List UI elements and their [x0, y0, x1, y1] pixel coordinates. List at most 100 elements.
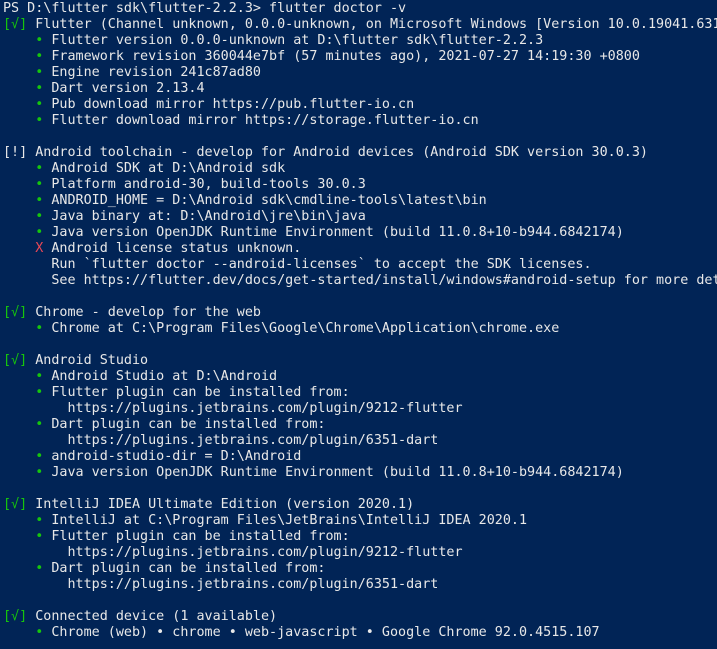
section-header: [√] Connected device (1 available): [3, 609, 277, 625]
item-text: Flutter download mirror https://storage.…: [51, 113, 479, 128]
section-title: IntelliJ IDEA Ultimate Edition (version …: [35, 497, 415, 512]
item-text: See https://flutter.dev/docs/get-started…: [51, 273, 717, 288]
section-item: • IntelliJ at C:\Program Files\JetBrains…: [3, 513, 527, 529]
item-text: https://plugins.jetbrains.com/plugin/921…: [51, 545, 463, 560]
prompt-text: PS D:\flutter sdk\flutter-2.2.3> flutter…: [3, 1, 407, 16]
item-text: Dart plugin can be installed from:: [51, 417, 326, 432]
item-text: Java version OpenJDK Runtime Environment…: [51, 465, 624, 480]
section-header: [√] IntelliJ IDEA Ultimate Edition (vers…: [3, 497, 414, 513]
check-status-mark: [√]: [3, 497, 28, 512]
check-status-mark: [√]: [3, 353, 28, 368]
item-text: https://plugins.jetbrains.com/plugin/635…: [51, 433, 439, 448]
section-item: • Chrome at C:\Program Files\Google\Chro…: [3, 321, 559, 337]
check-status-mark: [√]: [3, 609, 28, 624]
item-text: Java version OpenJDK Runtime Environment…: [51, 225, 624, 240]
check-status-mark: [√]: [3, 17, 28, 32]
section-item: Run `flutter doctor --android-licenses` …: [3, 257, 592, 273]
item-text: Flutter plugin can be installed from:: [51, 529, 350, 544]
item-text: Dart plugin can be installed from:: [51, 561, 326, 576]
item-text: https://plugins.jetbrains.com/plugin/921…: [51, 401, 463, 416]
section-item: • Java version OpenJDK Runtime Environme…: [3, 465, 624, 481]
item-text: Flutter plugin can be installed from:: [51, 385, 350, 400]
section-item: • Dart version 2.13.4: [3, 81, 205, 97]
section-item: https://plugins.jetbrains.com/plugin/921…: [3, 401, 463, 417]
section-item: X Android license status unknown.: [3, 241, 301, 257]
section-item: • Flutter download mirror https://storag…: [3, 113, 479, 129]
item-text: Java binary at: D:\Android\jre\bin\java: [51, 209, 366, 224]
section-title: Flutter (Channel unknown, 0.0.0-unknown,…: [35, 17, 717, 32]
section-item: • Android Studio at D:\Android: [3, 369, 277, 385]
section-title: Chrome - develop for the web: [35, 305, 261, 320]
item-text: Chrome at C:\Program Files\Google\Chrome…: [51, 321, 560, 336]
section-item: • Java binary at: D:\Android\jre\bin\jav…: [3, 209, 366, 225]
section-header: [√] Android Studio: [3, 353, 148, 369]
section-item: • Platform android-30, build-tools 30.0.…: [3, 177, 366, 193]
section-item: • Java version OpenJDK Runtime Environme…: [3, 225, 624, 241]
item-text: Chrome (web) • chrome • web-javascript •…: [51, 625, 600, 640]
section-item: • Flutter version 0.0.0-unknown at D:\fl…: [3, 33, 543, 49]
item-text: android-studio-dir = D:\Android: [51, 449, 302, 464]
section-item: • Pub download mirror https://pub.flutte…: [3, 97, 414, 113]
section-header: [√] Flutter (Channel unknown, 0.0.0-unkn…: [3, 17, 717, 33]
section-item: See https://flutter.dev/docs/get-started…: [3, 273, 717, 289]
item-text: Flutter version 0.0.0-unknown at D:\flut…: [51, 33, 544, 48]
item-text: Pub download mirror https://pub.flutter-…: [51, 97, 415, 112]
item-text: Run `flutter doctor --android-licenses` …: [51, 257, 592, 272]
item-text: ANDROID_HOME = D:\Android sdk\cmdline-to…: [51, 193, 487, 208]
item-text: Engine revision 241c87ad80: [51, 65, 261, 80]
item-text: Dart version 2.13.4: [51, 81, 205, 96]
section-item: • android-studio-dir = D:\Android: [3, 449, 301, 465]
section-item: • Engine revision 241c87ad80: [3, 65, 261, 81]
item-text: Platform android-30, build-tools 30.0.3: [51, 177, 366, 192]
item-text: https://plugins.jetbrains.com/plugin/635…: [51, 577, 439, 592]
section-title: Android Studio: [35, 353, 149, 368]
terminal-window[interactable]: PS D:\flutter sdk\flutter-2.2.3> flutter…: [0, 0, 717, 649]
section-item: https://plugins.jetbrains.com/plugin/635…: [3, 433, 438, 449]
section-item: • Flutter plugin can be installed from:: [3, 529, 350, 545]
section-item: • Android SDK at D:\Android sdk: [3, 161, 285, 177]
prompt-line: PS D:\flutter sdk\flutter-2.2.3> flutter…: [3, 1, 406, 17]
item-text: IntelliJ at C:\Program Files\JetBrains\I…: [51, 513, 528, 528]
section-title: Android toolchain - develop for Android …: [35, 145, 648, 160]
check-status-mark: [√]: [3, 305, 28, 320]
item-text: Android license status unknown.: [51, 241, 302, 256]
item-text: Framework revision 360044e7bf (57 minute…: [51, 49, 640, 64]
section-item: • Chrome (web) • chrome • web-javascript…: [3, 625, 600, 641]
section-item: https://plugins.jetbrains.com/plugin/635…: [3, 577, 438, 593]
item-text: Android SDK at D:\Android sdk: [51, 161, 286, 176]
section-title: Connected device (1 available): [35, 609, 278, 624]
section-header: [√] Chrome - develop for the web: [3, 305, 261, 321]
